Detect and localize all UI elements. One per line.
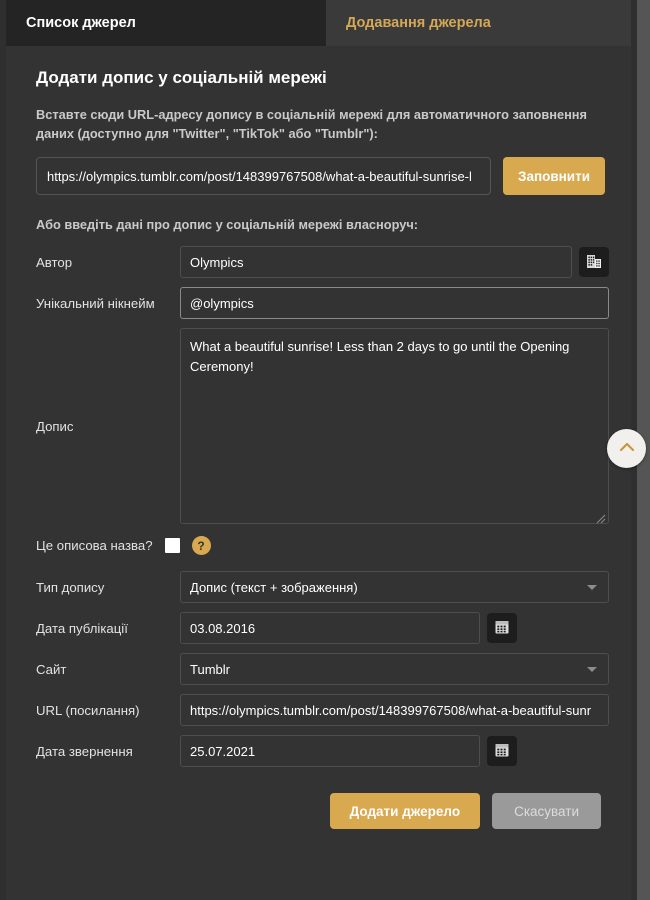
chevron-up-icon <box>617 437 637 460</box>
page-title: Додати допис у соціальній мережі <box>36 68 327 87</box>
tab-add-source-label: Додавання джерела <box>346 15 491 31</box>
descriptive-name-row: Це описова назва? ? <box>28 536 609 556</box>
field-row-site: Сайт Tumblr <box>28 653 609 686</box>
content-panel: Додати допис у соціальній мережі Вставте… <box>6 46 631 900</box>
chevron-down-icon <box>587 584 597 590</box>
calendar-icon <box>493 618 511 639</box>
url-autofill-row: Заповнити <box>36 157 609 196</box>
post-type-value: Допис (текст + зображення) <box>190 579 358 595</box>
site-label: Сайт <box>36 661 67 677</box>
post-textarea[interactable]: What a beautiful sunrise! Less than 2 da… <box>180 328 609 525</box>
site-control: Tumblr <box>180 653 609 686</box>
field-row-publish-date: Дата публікації <box>28 612 609 645</box>
autofill-button[interactable]: Заповнити <box>503 157 605 196</box>
chevron-down-icon <box>587 666 597 672</box>
add-source-button[interactable]: Додати джерело <box>329 793 481 830</box>
tab-source-list[interactable]: Список джерел <box>6 0 326 46</box>
field-row-nickname: Унікальний нікнейм <box>28 287 609 320</box>
field-row-post: Допис What a beautiful sunrise! Less tha… <box>28 328 609 525</box>
scroll-to-top-button[interactable] <box>607 429 646 468</box>
access-date-label: Дата звернення <box>36 743 133 759</box>
author-label: Автор <box>36 254 73 270</box>
publish-date-control <box>180 612 609 645</box>
url-input[interactable] <box>180 694 609 727</box>
url-autofill-hint: Вставте сюди URL-адресу допису в соціаль… <box>36 107 588 141</box>
field-row-url: URL (посилання) <box>28 694 609 727</box>
field-row-author: Автор <box>28 246 609 279</box>
nickname-input[interactable] <box>180 287 609 320</box>
source-form: Автор Olympics Унікальний нікнейм @olymp… <box>28 246 609 768</box>
descriptive-name-label: Це описова назва? <box>36 538 153 554</box>
help-icon[interactable]: ? <box>191 536 211 556</box>
cancel-button[interactable]: Скасувати <box>492 793 601 830</box>
site-select[interactable]: Tumblr <box>180 653 609 686</box>
post-textarea-wrap: What a beautiful sunrise! Less than 2 da… <box>180 328 609 525</box>
post-type-label: Тип допису <box>36 579 105 595</box>
author-input[interactable] <box>180 246 572 279</box>
post-type-select[interactable]: Допис (текст + зображення) <box>180 571 609 604</box>
post-type-control: Допис (текст + зображення) <box>180 571 609 604</box>
autofill-url-input[interactable] <box>36 157 491 196</box>
url-control <box>180 694 609 727</box>
publish-date-picker-button[interactable] <box>487 613 517 644</box>
author-control <box>180 246 609 279</box>
organization-icon <box>585 252 603 273</box>
nickname-control <box>180 287 609 320</box>
tab-add-source[interactable]: Додавання джерела <box>326 0 511 46</box>
post-label: Допис <box>36 418 74 434</box>
tab-bar: Список джерел Додавання джерела <box>6 0 631 46</box>
field-row-post-type: Тип допису Допис (текст + зображення) <box>28 571 609 604</box>
field-row-access-date: Дата звернення <box>28 735 609 768</box>
form-actions: Додати джерело Скасувати <box>28 793 609 830</box>
app-root: Список джерел Додавання джерела Додати д… <box>0 0 650 900</box>
descriptive-name-checkbox[interactable] <box>164 538 180 554</box>
nickname-label: Унікальний нікнейм <box>36 295 155 311</box>
organization-picker-button[interactable] <box>579 247 609 278</box>
access-date-input[interactable] <box>180 735 480 768</box>
access-date-control <box>180 735 609 768</box>
url-label: URL (посилання) <box>36 702 140 718</box>
calendar-icon <box>493 741 511 762</box>
access-date-picker-button[interactable] <box>487 736 517 767</box>
publish-date-input[interactable] <box>180 612 480 645</box>
manual-entry-hint: Або введіть дані про допис у соціальній … <box>36 217 419 233</box>
publish-date-label: Дата публікації <box>36 620 128 636</box>
site-value: Tumblr <box>190 661 230 677</box>
tab-source-list-label: Список джерел <box>26 15 136 31</box>
